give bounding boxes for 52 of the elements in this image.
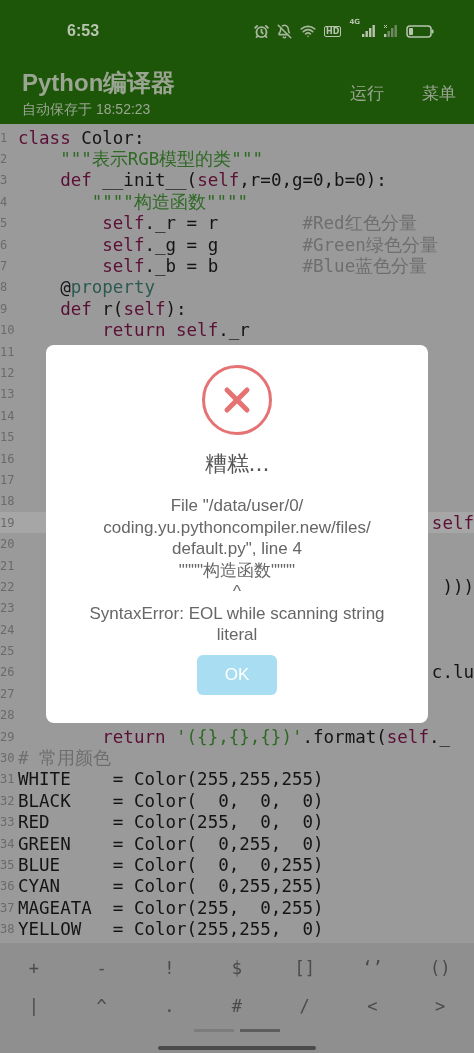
battery-icon	[406, 24, 434, 38]
code-line: CYAN = Color( 0,255,255)	[18, 876, 324, 897]
symbol-key[interactable]: >	[429, 994, 452, 1018]
code-line: return '({},{},{})'.format(self._	[101, 726, 450, 747]
code-line: BLACK = Color( 0, 0, 0)	[18, 790, 324, 811]
page-indicator[interactable]	[240, 1029, 280, 1032]
code-line: YELLOW = Color(255,255, 0)	[18, 919, 324, 940]
code-line: MAGEATA = Color(255, 0,255)	[18, 897, 324, 918]
app-title: Python编译器	[22, 68, 177, 98]
code-line: def r(self):	[59, 298, 187, 319]
code-line: WHITE = Color(255,255,255)	[18, 769, 324, 790]
symbol-key[interactable]: +	[22, 956, 45, 980]
symbol-key[interactable]: .	[158, 994, 181, 1018]
code-line: GREEN = Color( 0,255, 0)	[18, 833, 324, 854]
signal-icon	[362, 24, 376, 38]
symbol-key[interactable]: ‘’	[356, 956, 389, 980]
home-indicator[interactable]	[158, 1046, 316, 1050]
symbol-key[interactable]: ()	[423, 956, 457, 980]
wifi-icon	[300, 23, 317, 39]
line-number: 19	[0, 515, 16, 530]
symbol-key[interactable]: ^	[90, 994, 113, 1018]
code-line: """"构造函数""""	[90, 190, 249, 214]
code-line: BLUE = Color( 0, 0,255)	[18, 854, 324, 875]
code-line: def __init__(self,r=0,g=0,b=0):	[59, 170, 387, 191]
symbol-key[interactable]: #	[225, 994, 249, 1018]
symbol-key[interactable]: $	[225, 956, 249, 980]
symbol-key[interactable]: <	[361, 994, 384, 1018]
code-line: class Color:	[18, 127, 145, 148]
code-fragment: )))	[442, 576, 474, 597]
clock-time: 6:53	[67, 22, 101, 40]
code-line: """表示RGB模型的类"""	[59, 148, 263, 172]
error-message: File "/data/user/0/ coding.yu.pythoncompiler.new/files/ default.py", line 4 """"构造函数"""" ^ SyntaxError: EOL while scanning string literal	[89, 495, 385, 646]
code-line: @property	[59, 277, 155, 298]
toolbar-action[interactable]: 菜单	[422, 77, 456, 109]
symbol-key[interactable]: /	[293, 994, 316, 1018]
toolbar-action[interactable]: 运行	[350, 77, 384, 109]
bell-off-icon	[277, 23, 293, 39]
ok-button[interactable]: OK	[197, 655, 277, 695]
autosave-time: 自动保存于 18:52:23	[22, 101, 152, 119]
error-icon	[202, 365, 272, 435]
code-line: return self._r	[101, 320, 250, 341]
code-fragment: self	[431, 512, 474, 533]
alarm-icon	[254, 23, 270, 39]
symbol-key[interactable]: []	[288, 956, 321, 980]
code-line: RED = Color(255, 0, 0)	[18, 812, 324, 833]
signal-off-icon	[384, 24, 398, 38]
symbol-key[interactable]: -	[90, 956, 113, 980]
code-fragment: c.lu	[431, 662, 474, 683]
hd-badge: HD	[324, 25, 342, 37]
symbol-key[interactable]: !	[158, 956, 181, 980]
dialog-title: 糟糕...	[204, 450, 270, 478]
symbol-key[interactable]: |	[22, 994, 45, 1018]
